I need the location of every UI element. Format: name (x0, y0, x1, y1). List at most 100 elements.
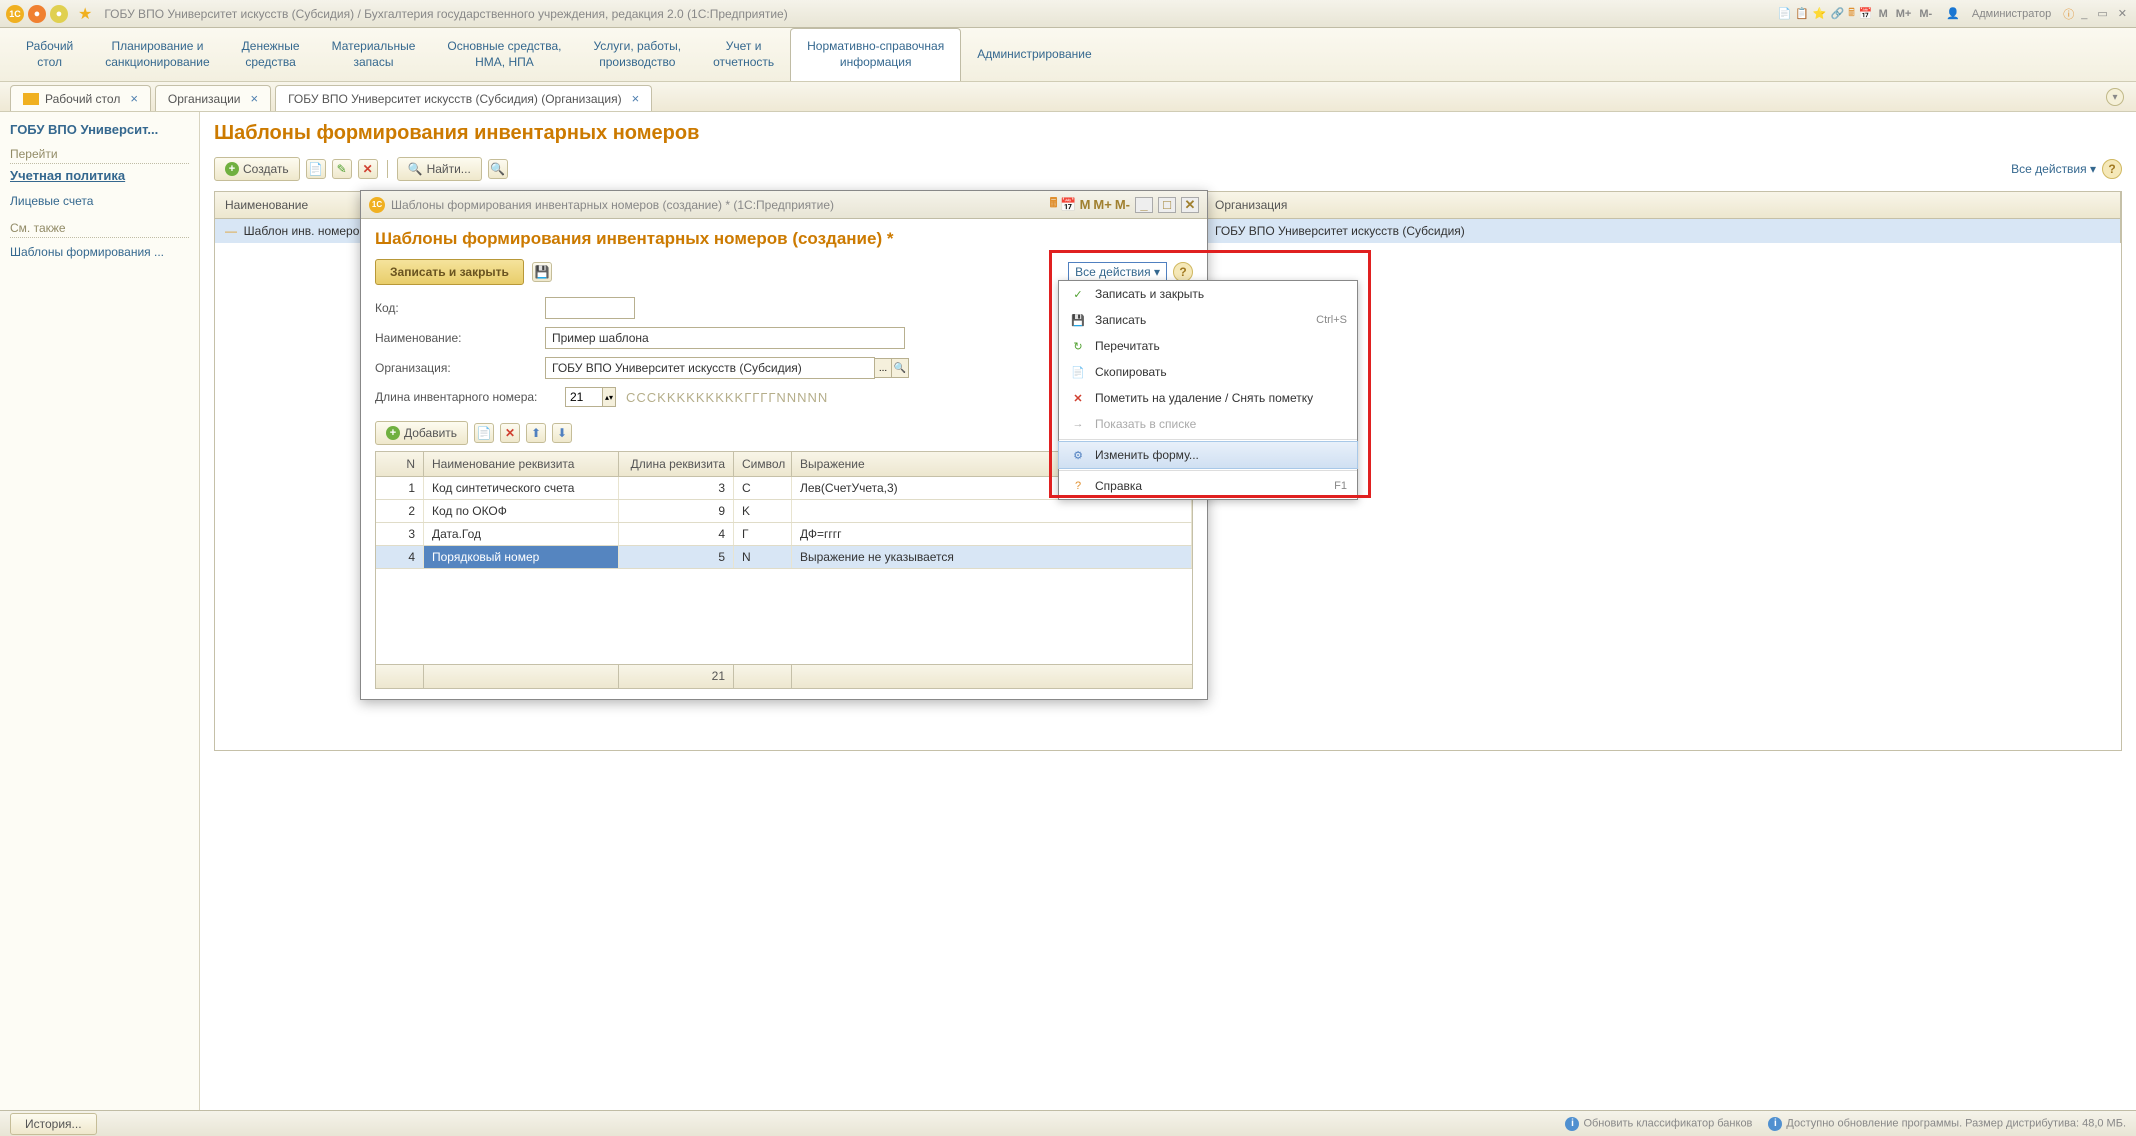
all-actions-button[interactable]: Все действия ▾ (2011, 162, 2096, 176)
sidebar-goto-label: Перейти (10, 147, 189, 164)
window-button[interactable]: ● (50, 5, 68, 23)
len-label: Длина инвентарного номера: (375, 390, 565, 404)
sidebar-policy[interactable]: Учетная политика (10, 168, 189, 183)
section-materials[interactable]: Материальныезапасы (316, 28, 432, 81)
mplus-button[interactable]: M+ (1896, 8, 1912, 20)
clear-find-icon[interactable]: 🔍 (488, 159, 508, 179)
menu-reread[interactable]: ↻Перечитать (1059, 333, 1357, 359)
user-label[interactable]: Администратор (1972, 8, 2051, 20)
sidebar-templates[interactable]: Шаблоны формирования ... (10, 242, 189, 262)
section-accounting[interactable]: Учет иотчетность (697, 28, 790, 81)
all-actions-dropdown[interactable]: Все действия ▾ (1068, 262, 1167, 282)
status-update[interactable]: iДоступно обновление программы. Размер д… (1768, 1117, 2126, 1131)
create-button[interactable]: +Создать (214, 157, 300, 181)
toolbar-icon[interactable]: 📄 (1777, 7, 1791, 20)
tabs-menu-button[interactable]: ▾ (2106, 88, 2124, 106)
menu-mark-delete[interactable]: ✕Пометить на удаление / Снять пометку (1059, 385, 1357, 411)
len-input[interactable] (565, 387, 603, 407)
menu-change-form[interactable]: ⚙Изменить форму... (1058, 441, 1358, 469)
close-button[interactable]: ✕ (2118, 7, 2127, 20)
list-icon: → (1069, 416, 1087, 432)
modal-minimize[interactable]: _ (1135, 197, 1153, 213)
tab-desktop[interactable]: Рабочий стол × (10, 85, 151, 111)
tab-close-icon[interactable]: × (130, 91, 138, 106)
star-icon[interactable]: ★ (78, 4, 92, 24)
status-banks[interactable]: iОбновить классификатор банков (1565, 1117, 1752, 1131)
section-reference[interactable]: Нормативно-справочнаяинформация (790, 28, 961, 81)
window-button[interactable]: ● (28, 5, 46, 23)
menu-copy[interactable]: 📄Скопировать (1059, 359, 1357, 385)
menu-save-close[interactable]: ✓Записать и закрыть (1059, 281, 1357, 307)
toolbar-icon[interactable]: 🔗 (1831, 7, 1845, 20)
calc-icon[interactable]: 🖩 (1848, 4, 1855, 23)
tab-org-detail[interactable]: ГОБУ ВПО Университет искусств (Субсидия)… (275, 85, 652, 111)
modal-close[interactable]: ✕ (1181, 197, 1199, 213)
mminus-button[interactable]: M- (1115, 197, 1130, 212)
modal-maximize[interactable]: □ (1158, 197, 1176, 213)
tab-close-icon[interactable]: × (632, 91, 640, 106)
section-money[interactable]: Денежныесредства (226, 28, 316, 81)
add-button[interactable]: +Добавить (375, 421, 468, 445)
sidebar-accounts[interactable]: Лицевые счета (10, 191, 189, 211)
calc-icon[interactable]: 🖩 (1050, 194, 1058, 216)
ig-body: 1 Код синтетического счета 3 C Лев(СчетУ… (376, 477, 1192, 664)
tab-organizations[interactable]: Организации × (155, 85, 271, 111)
spinner-icon[interactable]: ▴▾ (602, 387, 616, 407)
history-button[interactable]: История... (10, 1113, 97, 1135)
ig-row[interactable]: 3 Дата.Год 4 Г ДФ=гггг (376, 523, 1192, 546)
copy-icon[interactable]: 📄 (474, 423, 494, 443)
delete-icon[interactable]: ✕ (358, 159, 378, 179)
menu-help[interactable]: ?СправкаF1 (1059, 473, 1357, 499)
name-input[interactable] (545, 327, 905, 349)
col-req-name[interactable]: Наименование реквизита (424, 452, 619, 476)
move-up-icon[interactable]: ⬆ (526, 423, 546, 443)
section-services[interactable]: Услуги, работы,производство (577, 28, 697, 81)
section-planning[interactable]: Планирование исанкционирование (89, 28, 225, 81)
toolbar-icon[interactable]: 📋 (1795, 7, 1809, 20)
plus-icon: + (386, 426, 400, 440)
mplus-button[interactable]: M+ (1093, 197, 1111, 212)
code-input[interactable] (545, 297, 635, 319)
m-button[interactable]: M (1879, 8, 1888, 20)
menu-save[interactable]: 💾ЗаписатьCtrl+S (1059, 307, 1357, 333)
open-icon[interactable]: 🔍 (891, 358, 909, 378)
section-desktop[interactable]: Рабочийстол (10, 28, 89, 81)
calendar-icon[interactable]: 📅 (1859, 7, 1873, 20)
modal-titlebar: 1C Шаблоны формирования инвентарных номе… (361, 191, 1207, 219)
col-sym[interactable]: Символ (734, 452, 792, 476)
col-req-len[interactable]: Длина реквизита (619, 452, 734, 476)
sidebar-org[interactable]: ГОБУ ВПО Университ... (10, 122, 189, 137)
ig-row[interactable]: 4 Порядковый номер 5 N Выражение не указ… (376, 546, 1192, 569)
maximize-button[interactable]: ▭ (2097, 7, 2107, 20)
help-icon[interactable]: ? (1173, 262, 1193, 282)
org-input[interactable] (545, 357, 875, 379)
mminus-button[interactable]: M- (1919, 8, 1932, 20)
section-admin[interactable]: Администрирование (961, 28, 1107, 81)
toolbar-icon[interactable]: ⭐ (1813, 7, 1827, 20)
find-label: Найти... (427, 162, 471, 176)
org-label: Организация: (375, 361, 545, 375)
select-icon[interactable]: ... (874, 358, 892, 378)
help-icon[interactable]: ? (2102, 159, 2122, 179)
find-button[interactable]: 🔍 Найти... (397, 157, 482, 181)
delete-icon[interactable]: ✕ (500, 423, 520, 443)
col-org[interactable]: Организация (1205, 192, 2121, 218)
move-down-icon[interactable]: ⬇ (552, 423, 572, 443)
col-n[interactable]: N (376, 452, 424, 476)
user-icon: 👤 (1946, 7, 1960, 20)
m-button[interactable]: M (1080, 197, 1091, 212)
save-close-button[interactable]: Записать и закрыть (375, 259, 524, 285)
ig-row[interactable]: 2 Код по ОКОФ 9 K (376, 500, 1192, 523)
tab-label: ГОБУ ВПО Университет искусств (Субсидия)… (288, 92, 621, 106)
info-icon[interactable]: ⓘ (2063, 6, 2074, 22)
sidebar-seealso-label: См. также (10, 221, 189, 238)
tab-close-icon[interactable]: × (251, 91, 259, 106)
minimize-button[interactable]: _ (2081, 8, 2087, 20)
copy-icon[interactable]: 📄 (306, 159, 326, 179)
separator (387, 160, 388, 178)
edit-icon[interactable]: ✎ (332, 159, 352, 179)
section-assets[interactable]: Основные средства,НМА, НПА (431, 28, 577, 81)
save-icon[interactable]: 💾 (532, 262, 552, 282)
calendar-icon[interactable]: 📅 (1060, 197, 1076, 213)
gear-icon: ⚙ (1069, 447, 1087, 463)
